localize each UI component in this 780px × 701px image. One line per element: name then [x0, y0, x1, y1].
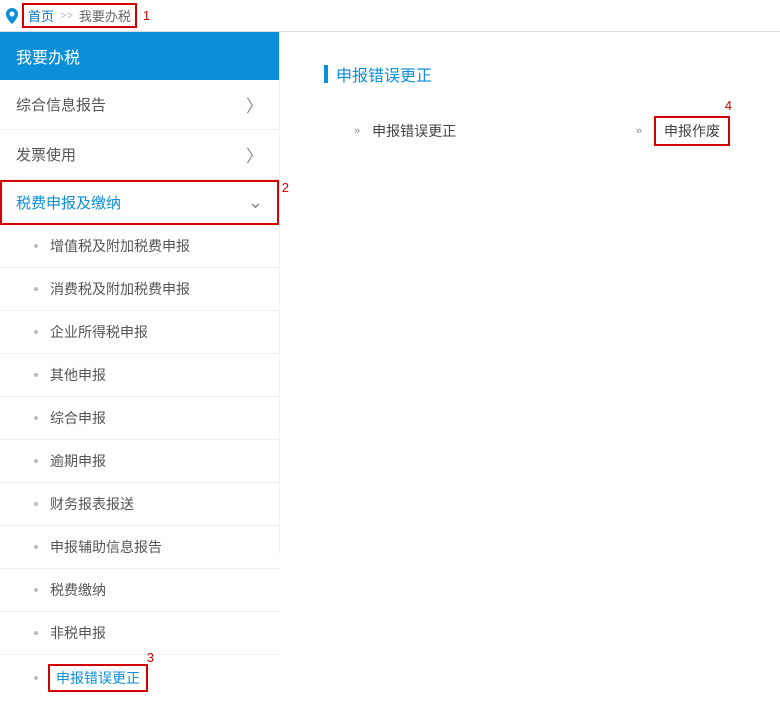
- title-bar-icon: [324, 65, 328, 83]
- annotation-3: 3: [147, 650, 154, 665]
- sidebar-item-label: 发票使用: [16, 144, 76, 165]
- submenu-item[interactable]: 增值税及附加税费申报: [0, 225, 279, 268]
- submenu-item[interactable]: 财务报表报送: [0, 483, 279, 526]
- main-layout: 我要办税 综合信息报告 〉 发票使用 〉 税费申报及缴纳 ⌄ 2 增值税及附加税…: [0, 32, 780, 554]
- submenu-highlight: 申报错误更正 3: [48, 664, 148, 692]
- submenu-item[interactable]: 其他申报: [0, 354, 279, 397]
- content-title-text: 申报错误更正: [336, 62, 432, 86]
- annotation-4: 4: [725, 98, 732, 113]
- submenu-item[interactable]: 企业所得税申报: [0, 311, 279, 354]
- sidebar-item-label: 综合信息报告: [16, 94, 106, 115]
- link-void[interactable]: » 申报作废 4: [636, 116, 730, 146]
- sidebar-item-label: 税费申报及缴纳: [16, 192, 121, 213]
- link-label: 申报作废: [664, 123, 720, 139]
- chevron-down-icon: ⌄: [248, 192, 263, 213]
- link-row: » 申报错误更正 » 申报作废 4: [324, 116, 750, 146]
- submenu: 增值税及附加税费申报 消费税及附加税费申报 企业所得税申报 其他申报 综合申报 …: [0, 225, 279, 701]
- location-icon: [6, 8, 18, 24]
- breadcrumb-home-link[interactable]: 首页: [28, 6, 54, 25]
- submenu-item-active[interactable]: 申报错误更正 3: [0, 655, 279, 701]
- breadcrumb-current: 我要办税: [79, 6, 131, 25]
- link-label: 申报错误更正: [372, 121, 456, 141]
- double-chevron-icon: »: [354, 125, 360, 137]
- sidebar: 我要办税 综合信息报告 〉 发票使用 〉 税费申报及缴纳 ⌄ 2 增值税及附加税…: [0, 32, 280, 554]
- breadcrumb-highlight: 首页 >> 我要办税: [22, 3, 137, 28]
- sidebar-item-zonghe[interactable]: 综合信息报告 〉: [0, 80, 279, 130]
- submenu-item[interactable]: 非税申报: [0, 612, 279, 655]
- chevron-right-icon: 〉: [246, 142, 263, 167]
- submenu-item[interactable]: 逾期申报: [0, 440, 279, 483]
- link-highlight: 申报作废 4: [654, 116, 730, 146]
- sidebar-header: 我要办税: [0, 32, 279, 80]
- content-area: 申报错误更正 » 申报错误更正 » 申报作废 4: [280, 32, 780, 554]
- submenu-item[interactable]: 消费税及附加税费申报: [0, 268, 279, 311]
- breadcrumb: 首页 >> 我要办税 1: [0, 0, 780, 32]
- double-chevron-icon: »: [636, 125, 642, 137]
- sidebar-item-fapiao[interactable]: 发票使用 〉: [0, 130, 279, 180]
- chevron-right-icon: 〉: [246, 92, 263, 117]
- submenu-item[interactable]: 综合申报: [0, 397, 279, 440]
- content-title: 申报错误更正: [324, 62, 750, 86]
- breadcrumb-sep-icon: >>: [60, 10, 73, 22]
- annotation-1: 1: [143, 8, 150, 23]
- submenu-item[interactable]: 税费缴纳: [0, 569, 279, 612]
- link-correction[interactable]: » 申报错误更正: [354, 116, 456, 146]
- submenu-item[interactable]: 申报辅助信息报告: [0, 526, 279, 569]
- sidebar-item-shuifei[interactable]: 税费申报及缴纳 ⌄ 2: [0, 180, 279, 225]
